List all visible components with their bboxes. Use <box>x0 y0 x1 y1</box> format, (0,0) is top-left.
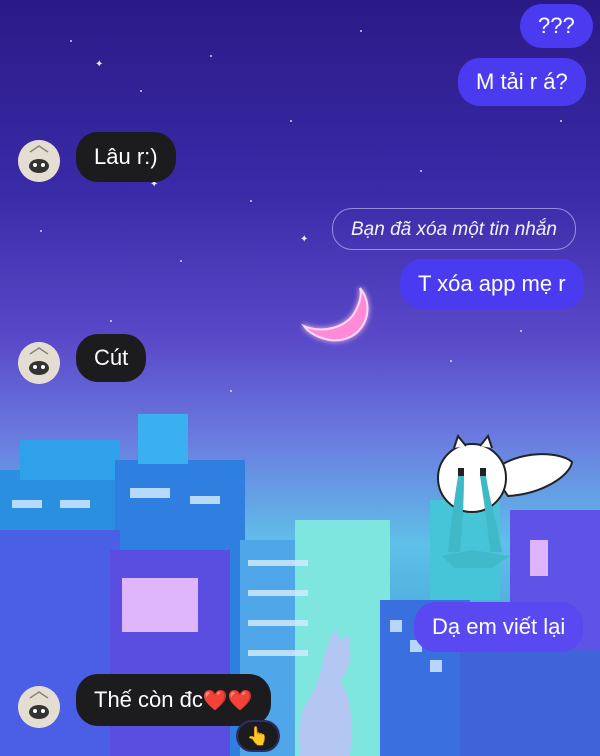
sparkle: ✦ <box>95 59 104 70</box>
window <box>248 620 308 626</box>
window <box>12 500 42 508</box>
star <box>560 120 562 122</box>
crying-rabbit-sticker-icon <box>437 433 574 568</box>
star <box>180 260 182 262</box>
incoming-message[interactable]: Cút <box>76 334 147 382</box>
building <box>138 414 188 464</box>
window <box>190 496 220 504</box>
pointing-up-emoji: 👆 <box>246 725 270 746</box>
star <box>140 90 142 92</box>
window <box>130 488 170 498</box>
window <box>248 560 308 566</box>
star <box>290 120 292 122</box>
building <box>20 440 120 480</box>
window <box>430 660 442 672</box>
star <box>210 55 212 57</box>
window <box>248 590 308 596</box>
incoming-message[interactable]: Thế còn đc❤️❤️ <box>76 674 271 726</box>
sparkle: ✦ <box>300 234 309 245</box>
star <box>360 30 362 32</box>
panda-avatar-icon[interactable] <box>18 342 60 384</box>
panda-avatar-icon[interactable] <box>18 140 60 182</box>
star <box>40 230 42 232</box>
star <box>520 330 522 332</box>
incoming-message[interactable]: Lâu r:) <box>76 132 176 182</box>
building <box>460 650 600 756</box>
deleted-message-notice: Bạn đã xóa một tin nhắn <box>332 208 576 250</box>
star <box>250 200 252 202</box>
star <box>110 320 112 322</box>
panda-avatar-icon[interactable] <box>18 686 60 728</box>
outgoing-message[interactable]: M tải r á? <box>458 58 586 106</box>
cat-silhouette-icon <box>298 630 352 756</box>
outgoing-message[interactable]: Dạ em viết lại <box>414 602 584 652</box>
star <box>450 360 452 362</box>
crescent-moon-icon <box>301 287 369 342</box>
window <box>60 500 90 508</box>
window <box>122 578 198 632</box>
star <box>230 390 232 392</box>
star <box>420 170 422 172</box>
window <box>390 620 402 632</box>
heart-emoji: ❤️❤️ <box>202 690 253 713</box>
message-reaction[interactable]: 👆 <box>236 720 280 752</box>
outgoing-message[interactable]: T xóa app mẹ r <box>400 259 584 309</box>
star <box>70 40 72 42</box>
incoming-message-text: Thế còn đc <box>94 687 203 712</box>
outgoing-message[interactable]: ??? <box>520 4 593 48</box>
